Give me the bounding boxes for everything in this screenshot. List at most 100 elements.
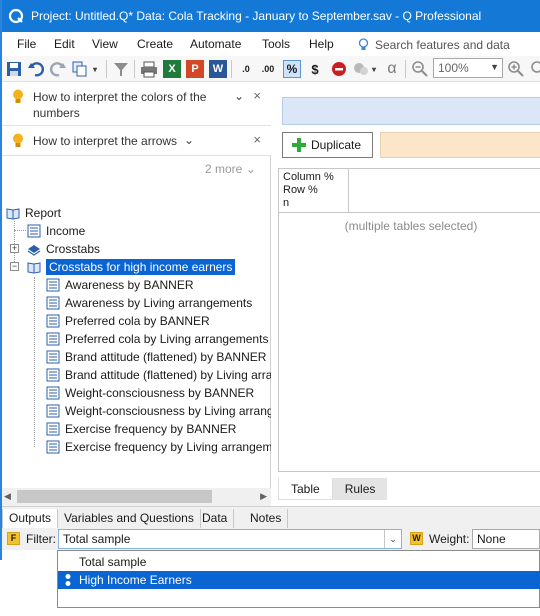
increase-decimals-icon[interactable]: .00 (259, 60, 277, 78)
toolbar-separator (106, 60, 107, 78)
menu-automate[interactable]: Automate (190, 37, 241, 51)
table-icon (46, 314, 60, 328)
tree-label: Crosstabs (46, 242, 101, 256)
tab-notes[interactable]: Notes (244, 509, 289, 529)
stat-column-percent: Column % (283, 171, 334, 183)
statistics-cell[interactable]: Column % Row % n (279, 169, 349, 213)
lightbulb-icon (13, 133, 23, 147)
dollar-icon[interactable]: $ (306, 60, 324, 78)
filter-icon: F (7, 532, 20, 545)
zoom-fit-icon[interactable] (528, 60, 540, 78)
save-icon[interactable] (5, 60, 23, 78)
filter-option-high-income-earners[interactable]: High Income Earners (58, 571, 540, 589)
tree-node-table[interactable]: Exercise frequency by BANNER (46, 420, 271, 438)
print-icon[interactable] (140, 60, 158, 78)
tree-connector (14, 230, 26, 231)
tree-node-table[interactable]: Exercise frequency by Living arrangeme (46, 438, 271, 456)
stop-icon[interactable] (330, 60, 348, 78)
table-view[interactable]: Column % Row % n (multiple tables select… (278, 168, 540, 472)
scroll-right-icon[interactable]: ▶ (260, 491, 267, 502)
menu-tools[interactable]: Tools (262, 37, 290, 51)
chevron-down-icon[interactable]: ⌄ (234, 89, 244, 103)
more-tips-link[interactable]: 2 more ⌄ (205, 162, 256, 176)
multiple-tables-message: (multiple tables selected) (344, 219, 478, 233)
tab-rules[interactable]: Rules (332, 478, 388, 500)
tree-label: Exercise frequency by BANNER (65, 422, 237, 436)
tree-node-crosstabs[interactable]: Crosstabs (27, 240, 100, 258)
tree-node-table[interactable]: Brand attitude (flattened) by Living arr… (46, 366, 271, 384)
undo-icon[interactable] (27, 60, 45, 78)
tree-node-table[interactable]: Awareness by BANNER (46, 276, 271, 294)
outputs-pane: How to interpret the colors of the numbe… (0, 82, 271, 508)
close-icon[interactable]: × (253, 132, 261, 147)
tree-node-table[interactable]: Preferred cola by BANNER (46, 312, 271, 330)
tree-node-table[interactable]: Awareness by Living arrangements (46, 294, 271, 312)
tab-variables-and-questions[interactable]: Variables and Questions (58, 509, 201, 529)
tip-colors[interactable]: How to interpret the colors of the numbe… (0, 82, 271, 126)
tree-node-table[interactable]: Preferred cola by Living arrangements (46, 330, 271, 348)
menu-view[interactable]: View (92, 37, 118, 51)
search-features-box[interactable]: Search features and data (358, 36, 510, 54)
tree-label: Crosstabs for high income earners (46, 259, 236, 275)
filter-select[interactable]: Total sample ⌄ (58, 529, 402, 549)
filter-option-total-sample[interactable]: Total sample (58, 553, 540, 571)
tree-node-report[interactable]: Report (6, 204, 61, 222)
decrease-decimals-icon[interactable]: .0 (237, 60, 255, 78)
horizontal-scrollbar[interactable]: ◀ ▶ (0, 488, 271, 506)
filter-bar: F Filter: Total sample ⌄ W Weight: None (0, 528, 540, 550)
tree-node-table[interactable]: Weight-consciousness by BANNER (46, 384, 271, 402)
close-icon[interactable]: × (253, 88, 261, 103)
tree-node-table[interactable]: Brand attitude (flattened) by BANNER (46, 348, 271, 366)
option-label: High Income Earners (79, 573, 192, 587)
table-name-bar[interactable] (282, 97, 540, 125)
menu-create[interactable]: Create (137, 37, 173, 51)
scroll-left-icon[interactable]: ◀ (4, 491, 11, 502)
copy-icon[interactable] (71, 60, 89, 78)
chevron-down-icon[interactable]: ⌄ (384, 530, 401, 548)
menu-file[interactable]: File (17, 37, 36, 51)
zoom-out-icon[interactable] (411, 60, 429, 78)
tip-arrows[interactable]: How to interpret the arrows ⌄ × (0, 126, 271, 156)
menu-edit[interactable]: Edit (54, 37, 75, 51)
redo-icon[interactable] (49, 60, 67, 78)
table-icon (46, 386, 60, 400)
table-icon (46, 278, 60, 292)
tree-node-crosstabs-high-income[interactable]: Crosstabs for high income earners (27, 258, 236, 276)
percent-icon[interactable]: % (283, 60, 301, 78)
chevron-down-icon[interactable]: ⌄ (184, 133, 194, 147)
option-label: Total sample (79, 555, 147, 569)
tree-node-table[interactable]: Weight-consciousness by Living arrang (46, 402, 271, 420)
tip-label: How to interpret the arrows (33, 134, 178, 148)
tab-data[interactable]: Data (196, 509, 235, 529)
excel-icon[interactable]: X (163, 60, 181, 78)
filter-icon[interactable] (112, 60, 130, 78)
title-bar: Project: Untitled.Q* Data: Cola Tracking… (0, 0, 540, 32)
filter-dropdown-list[interactable]: Total sample High Income Earners (57, 550, 540, 608)
tree-label: Preferred cola by Living arrangements (65, 332, 269, 346)
powerpoint-icon[interactable]: P (186, 60, 204, 78)
statistics-dropdown-icon[interactable]: ▾ (369, 60, 379, 78)
copy-dropdown-icon[interactable]: ▾ (90, 60, 100, 78)
zoom-select[interactable]: 100% ▼ (433, 58, 503, 78)
weight-value: None (477, 532, 506, 546)
tree-connector (34, 277, 35, 447)
duplicate-button[interactable]: Duplicate (282, 132, 373, 158)
weight-icon: W (410, 532, 423, 545)
lightbulb-icon (358, 38, 369, 50)
word-icon[interactable]: W (209, 60, 227, 78)
expand-toggle[interactable]: + (10, 244, 19, 253)
menu-help[interactable]: Help (309, 37, 334, 51)
weight-select[interactable]: None (472, 529, 540, 549)
alpha-icon[interactable]: α (383, 60, 401, 78)
zoom-in-icon[interactable] (507, 60, 525, 78)
filter-value: Total sample (63, 532, 131, 546)
tree-label: Preferred cola by BANNER (65, 314, 210, 328)
tab-outputs[interactable]: Outputs (2, 509, 59, 529)
scroll-thumb[interactable] (17, 490, 212, 503)
tree-node-income[interactable]: Income (27, 222, 85, 240)
book-icon (27, 262, 41, 274)
tab-table[interactable]: Table (278, 478, 333, 500)
plus-icon (292, 138, 306, 152)
statistics-icon[interactable] (352, 60, 370, 78)
collapse-toggle[interactable]: − (10, 262, 19, 271)
